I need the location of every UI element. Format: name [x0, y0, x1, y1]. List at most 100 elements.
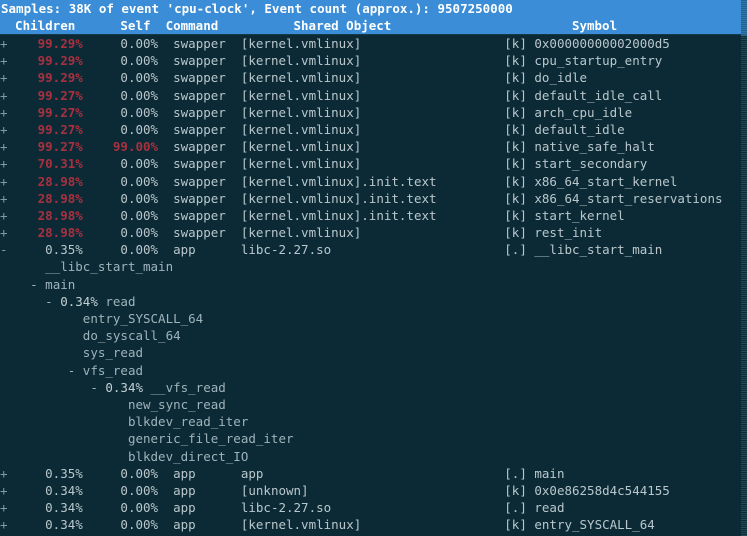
shared-object-cell: [kernel.vmlinux]: [233, 104, 505, 120]
expand-toggle-icon[interactable]: +: [0, 70, 8, 85]
callchain-toggle-icon[interactable]: -: [90, 380, 105, 395]
callchain-row[interactable]: - main: [0, 276, 747, 293]
callchain-indent: [0, 431, 128, 446]
symbol-cell: [k] start_kernel: [504, 207, 625, 223]
expand-toggle-icon[interactable]: +: [0, 88, 8, 103]
table-row[interactable]: + 28.98% 0.00% swapper [kernel.vmlinux].…: [0, 173, 747, 190]
expand-toggle-icon[interactable]: -: [0, 242, 8, 257]
expand-toggle-icon[interactable]: +: [0, 156, 8, 171]
table-row[interactable]: + 0.34% 0.00% app [kernel.vmlinux] [k] e…: [0, 516, 747, 533]
table-row[interactable]: + 99.27% 99.00% swapper [kernel.vmlinux]…: [0, 138, 747, 155]
symbol-cell: [k] do_idle: [504, 70, 588, 86]
shared-object-cell: [kernel.vmlinux].init.text: [233, 207, 505, 223]
expand-toggle-icon[interactable]: +: [0, 208, 8, 223]
callchain-symbol: __vfs_read: [150, 379, 226, 395]
callchain-row[interactable]: - 0.34% read: [0, 293, 747, 310]
callchain-indent: [0, 363, 68, 378]
table-row[interactable]: + 99.27% 0.00% swapper [kernel.vmlinux] …: [0, 87, 747, 104]
command-cell: swapper: [158, 156, 234, 172]
self-percent: 0.00%: [82, 207, 159, 223]
table-row[interactable]: + 99.27% 0.00% swapper [kernel.vmlinux] …: [0, 104, 747, 121]
table-row[interactable]: + 99.29% 0.00% swapper [kernel.vmlinux] …: [0, 52, 747, 69]
callchain-symbol: vfs_read: [82, 362, 144, 378]
table-row[interactable]: + 99.29% 0.00% swapper [kernel.vmlinux] …: [0, 35, 747, 52]
children-percent: 0.34%: [7, 482, 83, 498]
command-cell: swapper: [158, 190, 234, 206]
children-percent: 0.34%: [7, 500, 83, 516]
table-row[interactable]: + 0.34% 0.00% app libc-2.27.so [.] read: [0, 499, 747, 516]
callchain-row[interactable]: generic_file_read_iter: [0, 430, 747, 447]
table-row[interactable]: + 28.98% 0.00% swapper [kernel.vmlinux].…: [0, 207, 747, 224]
command-cell: app: [158, 465, 234, 481]
table-row[interactable]: + 0.35% 0.00% app app [.] main: [0, 465, 747, 482]
table-row[interactable]: + 28.98% 0.00% swapper [kernel.vmlinux].…: [0, 190, 747, 207]
callchain-row[interactable]: - 0.34% __vfs_read: [0, 379, 747, 396]
callchain-toggle-icon[interactable]: -: [45, 294, 60, 309]
expand-toggle-icon[interactable]: +: [0, 517, 8, 532]
expand-toggle-icon[interactable]: +: [0, 36, 8, 51]
callchain-percent: 0.34%: [105, 379, 151, 395]
callchain-row[interactable]: __libc_start_main: [0, 258, 747, 275]
callchain-row[interactable]: sys_read: [0, 344, 747, 361]
command-cell: swapper: [158, 104, 234, 120]
expand-toggle-icon[interactable]: +: [0, 139, 8, 154]
children-percent: 99.29%: [7, 36, 83, 51]
shared-object-cell: [unknown]: [233, 482, 505, 498]
table-row[interactable]: + 0.34% 0.00% app [unknown] [k] 0x0e8625…: [0, 482, 747, 499]
table-row[interactable]: - 0.35% 0.00% app libc-2.27.so [.] __lib…: [0, 241, 747, 258]
callchain-row[interactable]: blkdev_read_iter: [0, 413, 747, 430]
scrollbar-thumb[interactable]: [741, 0, 747, 36]
children-percent: 99.27%: [7, 121, 83, 137]
self-percent: 0.00%: [82, 87, 159, 103]
shared-object-cell: [kernel.vmlinux]: [233, 70, 505, 86]
expand-toggle-icon[interactable]: +: [0, 500, 8, 515]
children-percent: 99.27%: [7, 139, 83, 155]
table-row[interactable]: + 70.31% 0.00% swapper [kernel.vmlinux] …: [0, 155, 747, 172]
shared-object-cell: [kernel.vmlinux]: [233, 121, 505, 137]
table-row[interactable]: + 99.27% 0.00% swapper [kernel.vmlinux] …: [0, 121, 747, 138]
table-row[interactable]: + 28.98% 0.00% swapper [kernel.vmlinux] …: [0, 224, 747, 241]
shared-object-cell: libc-2.27.so: [233, 242, 505, 258]
command-cell: swapper: [158, 225, 234, 241]
symbol-cell: [.] read: [504, 500, 565, 516]
children-percent: 99.27%: [7, 87, 83, 103]
expand-toggle-icon[interactable]: +: [0, 191, 8, 206]
expand-toggle-icon[interactable]: +: [0, 483, 8, 498]
callchain-toggle-icon[interactable]: -: [68, 363, 83, 378]
shared-object-cell: [kernel.vmlinux]: [233, 53, 505, 69]
callchain-row[interactable]: new_sync_read: [0, 396, 747, 413]
expand-toggle-icon[interactable]: +: [0, 225, 8, 240]
expand-toggle-icon[interactable]: +: [0, 105, 8, 120]
symbol-cell: [k] default_idle: [504, 121, 625, 137]
command-cell: app: [158, 242, 234, 258]
callchain-symbol: new_sync_read: [127, 396, 226, 412]
self-percent: 0.00%: [82, 500, 159, 516]
callchain-row[interactable]: blkdev_direct_IO: [0, 448, 747, 465]
symbol-cell: [.] main: [504, 465, 565, 481]
callchain-symbol: sys_read: [82, 345, 144, 361]
callchain-row[interactable]: - vfs_read: [0, 362, 747, 379]
callchain-indent: [0, 397, 128, 412]
shared-object-cell: [kernel.vmlinux].init.text: [233, 190, 505, 206]
callchain-row[interactable]: do_syscall_64: [0, 327, 747, 344]
symbol-cell: [k] arch_cpu_idle: [504, 104, 633, 120]
callchain-toggle-icon[interactable]: -: [30, 277, 45, 292]
callchain-symbol: entry_SYSCALL_64: [82, 311, 204, 326]
table-row[interactable]: + 99.29% 0.00% swapper [kernel.vmlinux] …: [0, 69, 747, 86]
callchain-row[interactable]: entry_SYSCALL_64: [0, 310, 747, 327]
callchain-symbol: __libc_start_main: [45, 259, 174, 275]
report-rows[interactable]: + 99.29% 0.00% swapper [kernel.vmlinux] …: [0, 35, 747, 536]
self-percent: 0.00%: [82, 517, 159, 533]
expand-toggle-icon[interactable]: +: [0, 174, 8, 189]
vertical-scrollbar[interactable]: [741, 0, 747, 536]
expand-toggle-icon[interactable]: +: [0, 466, 8, 481]
children-percent: 28.98%: [7, 207, 83, 223]
expand-toggle-icon[interactable]: +: [0, 122, 8, 137]
callchain-symbol: generic_file_read_iter: [127, 431, 294, 447]
callchain-percent: 0.34%: [60, 293, 106, 309]
self-percent: 0.00%: [82, 70, 159, 86]
expand-toggle-icon[interactable]: +: [0, 53, 8, 68]
shared-object-cell: [kernel.vmlinux]: [233, 139, 505, 155]
shared-object-cell: libc-2.27.so: [233, 500, 505, 516]
symbol-cell: [k] x86_64_start_kernel: [504, 173, 678, 189]
